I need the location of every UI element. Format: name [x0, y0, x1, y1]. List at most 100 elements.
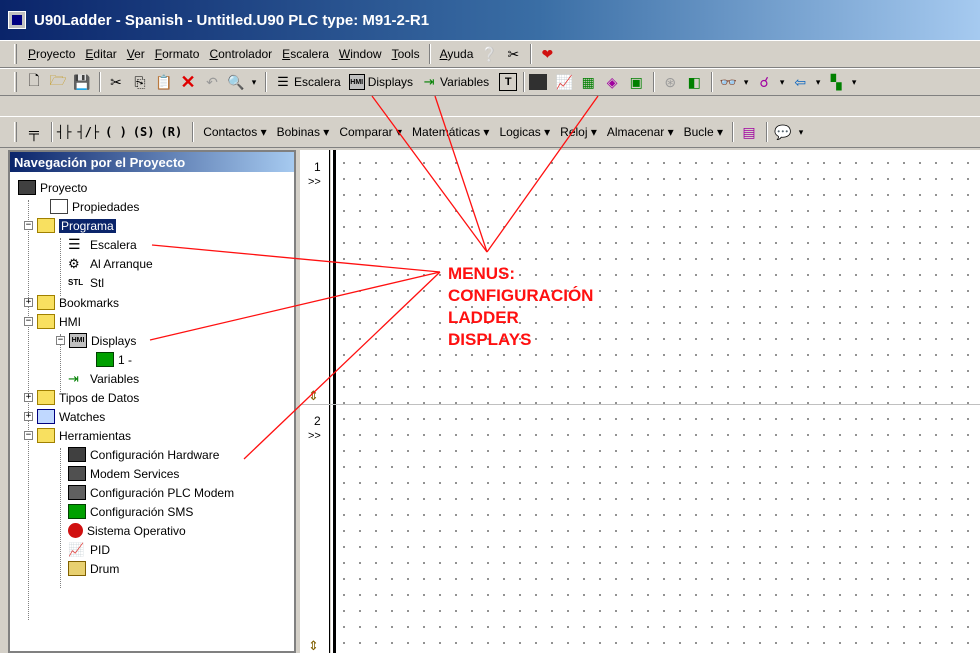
- collapse-icon[interactable]: −: [24, 221, 33, 230]
- toolbar-grip[interactable]: [14, 122, 17, 142]
- collapse-icon[interactable]: −: [24, 317, 33, 326]
- tree-item-escalera[interactable]: ☰ Escalera: [68, 235, 137, 254]
- rung-resize-icon[interactable]: ⇕: [308, 638, 319, 653]
- communication-dropdown-icon[interactable]: ▾: [813, 71, 823, 93]
- tree-item-modem-services[interactable]: Modem Services: [68, 464, 179, 483]
- tree-item-sistema-operativo[interactable]: Sistema Operativo: [68, 521, 186, 540]
- set-coil-icon[interactable]: (S): [133, 125, 155, 139]
- tree-item-configuracion-sms[interactable]: Configuración SMS: [68, 502, 193, 521]
- tree-item-watches[interactable]: + Watches: [24, 407, 105, 426]
- open-folder-icon[interactable]: 🗁: [47, 71, 69, 93]
- online-test-icon[interactable]: 👓: [717, 71, 739, 93]
- save-icon[interactable]: 💾: [71, 71, 93, 93]
- menu-tools[interactable]: Tools: [387, 47, 425, 61]
- toolbar-grip[interactable]: [14, 72, 17, 92]
- find-icon[interactable]: 🔍: [225, 71, 247, 93]
- disabled-tool-icon[interactable]: ⊛: [659, 71, 681, 93]
- matematicas-menu[interactable]: Matemáticas ▾: [407, 125, 494, 139]
- ladder-editor-canvas[interactable]: [331, 150, 980, 653]
- variables-icon: ⇥: [423, 74, 435, 89]
- comparar-menu[interactable]: Comparar ▾: [334, 125, 407, 139]
- comment-dropdown-icon[interactable]: ▾: [796, 121, 806, 143]
- tree-label: Variables: [90, 371, 140, 386]
- rung-resize-icon[interactable]: ⇕: [308, 388, 319, 404]
- drum-icon[interactable]: ▣: [625, 71, 647, 93]
- unitronics-logo-icon[interactable]: ❤: [536, 43, 558, 65]
- menu-proyecto[interactable]: Proyecto: [23, 47, 80, 61]
- undo-icon[interactable]: ↶: [201, 71, 223, 93]
- tree-item-variables[interactable]: ⇥ Variables: [68, 369, 139, 388]
- tree-item-display-1[interactable]: 1 -: [96, 350, 132, 369]
- reset-coil-icon[interactable]: (R): [161, 125, 183, 139]
- tree-item-tipos-de-datos[interactable]: + Tipos de Datos: [24, 388, 139, 407]
- bobinas-menu[interactable]: Bobinas ▾: [272, 125, 335, 139]
- rung-number: 1: [314, 160, 321, 174]
- tree-item-programa[interactable]: − Programa: [24, 216, 116, 235]
- collapse-icon[interactable]: −: [56, 336, 65, 345]
- text-tool-icon[interactable]: T: [499, 73, 518, 91]
- comment-icon[interactable]: 💬: [772, 121, 794, 143]
- rung-insert-icon[interactable]: ╤: [23, 121, 45, 143]
- escalera-button[interactable]: ☰ Escalera: [271, 71, 345, 93]
- logicas-menu[interactable]: Logicas ▾: [494, 125, 555, 139]
- menu-window[interactable]: Window: [334, 47, 387, 61]
- tree-item-configuracion-plc-modem[interactable]: Configuración PLC Modem: [68, 483, 234, 502]
- paste-icon[interactable]: 📋: [153, 71, 175, 93]
- cut-icon[interactable]: ✂: [105, 71, 127, 93]
- project-icon: [18, 180, 36, 195]
- connect-icon[interactable]: ☌: [753, 71, 775, 93]
- grid-view-icon[interactable]: ▚: [825, 71, 847, 93]
- tree-item-drum[interactable]: Drum: [68, 559, 119, 578]
- contactos-menu[interactable]: Contactos ▾: [198, 125, 271, 139]
- plc-modem-icon[interactable]: ◈: [601, 71, 623, 93]
- coil-icon[interactable]: ( ): [105, 125, 127, 139]
- displays-button[interactable]: HMI Displays: [345, 71, 417, 93]
- new-file-icon[interactable]: 🗋: [23, 71, 45, 93]
- delete-icon[interactable]: ✕: [177, 71, 199, 93]
- tree-item-displays[interactable]: − HMI Displays: [56, 331, 136, 350]
- menu-ver[interactable]: Ver: [122, 47, 150, 61]
- variables-label: Variables: [440, 75, 490, 89]
- copy-icon[interactable]: ⎘: [129, 71, 151, 93]
- menu-controlador[interactable]: Controlador: [204, 47, 277, 61]
- menubar-grip[interactable]: [14, 44, 17, 64]
- tools-icon[interactable]: ✂: [502, 43, 524, 65]
- tree-item-proyecto[interactable]: Proyecto: [18, 178, 87, 197]
- sms-config-icon[interactable]: ▦: [577, 71, 599, 93]
- menu-formato[interactable]: Formato: [150, 47, 205, 61]
- online-dropdown-icon[interactable]: ▾: [741, 71, 751, 93]
- expand-icon[interactable]: +: [24, 298, 33, 307]
- communication-icon[interactable]: ⇦: [789, 71, 811, 93]
- collapse-icon[interactable]: −: [24, 431, 33, 440]
- tree-item-al-arranque[interactable]: ⚙ Al Arranque: [68, 254, 153, 273]
- download-icon[interactable]: ◧: [683, 71, 705, 93]
- bucle-menu[interactable]: Bucle ▾: [679, 125, 728, 139]
- reloj-menu[interactable]: Reloj ▾: [555, 125, 602, 139]
- connect-dropdown-icon[interactable]: ▾: [777, 71, 787, 93]
- hmi-icon: HMI: [69, 333, 87, 348]
- grid-dropdown-icon[interactable]: ▾: [849, 71, 859, 93]
- no-contact-icon[interactable]: ┤├: [57, 125, 71, 139]
- tree-item-herramientas[interactable]: − Herramientas: [24, 426, 131, 445]
- expand-icon[interactable]: +: [24, 393, 33, 402]
- nc-contact-icon[interactable]: ┤/├: [77, 125, 99, 139]
- menu-editar[interactable]: Editar: [80, 47, 121, 61]
- hardware-config-icon[interactable]: [529, 74, 548, 90]
- properties-icon: [50, 199, 68, 214]
- expand-icon[interactable]: +: [24, 412, 33, 421]
- tree-item-pid[interactable]: 📈 PID: [68, 540, 110, 559]
- tree-item-bookmarks[interactable]: + Bookmarks: [24, 293, 119, 312]
- menu-ayuda[interactable]: Ayuda: [435, 47, 479, 61]
- menu-escalera[interactable]: Escalera: [277, 47, 334, 61]
- tree-item-configuracion-hardware[interactable]: Configuración Hardware: [68, 445, 219, 464]
- pid-icon[interactable]: 📈: [553, 71, 575, 93]
- element-icon[interactable]: ▤: [738, 121, 760, 143]
- find-dropdown-icon[interactable]: ▾: [249, 71, 259, 93]
- tree-item-propiedades[interactable]: Propiedades: [50, 197, 139, 216]
- tree-item-hmi[interactable]: − HMI: [24, 312, 81, 331]
- variables-button[interactable]: ⇥ Variables: [417, 71, 493, 93]
- almacenar-menu[interactable]: Almacenar ▾: [602, 125, 679, 139]
- help-cursor-icon[interactable]: ❔: [478, 43, 500, 65]
- tree-item-stl[interactable]: STL Stl: [68, 273, 104, 292]
- toolbar-separator: [653, 72, 656, 92]
